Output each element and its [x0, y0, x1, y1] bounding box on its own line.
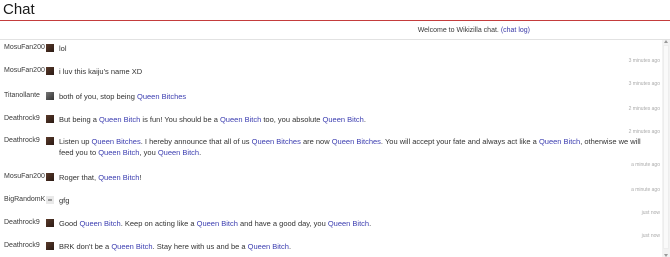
emote-link[interactable]: Queen Bitch	[79, 219, 120, 228]
emote-link[interactable]: Queen Bitches	[92, 137, 141, 146]
emote-link[interactable]: Queen Bitch	[111, 242, 152, 251]
emote-link[interactable]: Queen Bitch	[323, 115, 364, 124]
message-username[interactable]: MosuFan200	[4, 44, 45, 51]
avatar[interactable]	[46, 137, 54, 145]
emote-link[interactable]: Queen Bitch	[539, 137, 580, 146]
message-timestamp: 2 minutes ago	[628, 106, 660, 112]
welcome-bar: Welcome to Wikizilla chat. (chat log)	[0, 21, 670, 40]
avatar[interactable]	[46, 92, 54, 100]
chat-log-link[interactable]: (chat log)	[501, 27, 530, 34]
message-username[interactable]: Deathrock9	[4, 115, 40, 122]
message-timestamp: a minute ago	[631, 187, 660, 193]
emote-link[interactable]: Queen Bitch	[99, 115, 140, 124]
message-username[interactable]: Titanollante	[4, 92, 40, 99]
message-timestamp: 3 minutes ago	[628, 81, 660, 87]
chat-header: Chat	[0, 0, 670, 21]
avatar[interactable]	[46, 173, 54, 181]
page-title: Chat	[3, 1, 35, 18]
message-username[interactable]: MosuFan200	[4, 67, 45, 74]
message-username[interactable]: BigRandomK	[4, 196, 45, 203]
emote-link[interactable]: Queen Bitch	[328, 219, 369, 228]
emote-link[interactable]: Queen Bitch	[197, 219, 238, 228]
message-timestamp: 3 minutes ago	[628, 58, 660, 64]
message-timestamp: just now	[641, 210, 660, 216]
message-text: both of you, stop being Queen Bitches	[59, 92, 187, 101]
emote-link[interactable]: Queen Bitch	[248, 242, 289, 251]
message-username[interactable]: MosuFan200	[4, 173, 45, 180]
message-timestamp: just now	[641, 233, 660, 239]
message-timestamp: 2 minutes ago	[628, 129, 660, 135]
message-text: gfg	[59, 196, 70, 205]
message-text: Listen up Queen Bitches. I hereby announ…	[59, 137, 641, 157]
emote-link[interactable]: Queen Bitch	[98, 173, 139, 182]
message-username[interactable]: Deathrock9	[4, 219, 40, 226]
emote-link[interactable]: Queen Bitches	[137, 92, 186, 101]
avatar[interactable]	[46, 67, 54, 75]
avatar[interactable]	[46, 219, 54, 227]
avatar[interactable]	[46, 242, 54, 250]
message-text: BRK don't be a Queen Bitch. Stay here wi…	[59, 242, 292, 251]
message-text: lol	[59, 44, 67, 53]
emote-link[interactable]: Queen Bitch	[98, 148, 139, 157]
message-text: Good Queen Bitch. Keep on acting like a …	[59, 219, 372, 228]
message-timestamp: a minute ago	[631, 162, 660, 168]
scrollbar[interactable]	[662, 40, 670, 257]
avatar[interactable]	[46, 44, 54, 52]
emote-link[interactable]: Queen Bitches	[332, 137, 381, 146]
scroll-up-arrow-icon[interactable]	[664, 40, 668, 43]
avatar[interactable]	[46, 196, 54, 204]
welcome-text: Welcome to Wikizilla chat.	[417, 27, 499, 34]
emote-link[interactable]: Queen Bitch	[158, 148, 199, 157]
message-text: Roger that, Queen Bitch!	[59, 173, 142, 182]
scroll-thumb[interactable]	[663, 45, 669, 249]
message-username[interactable]: Deathrock9	[4, 137, 40, 144]
avatar[interactable]	[46, 115, 54, 123]
message-text: But being a Queen Bitch is fun! You shou…	[59, 115, 366, 124]
emote-link[interactable]: Queen Bitches	[252, 137, 301, 146]
message-list[interactable]: MosuFan200 lol 3 minutes ago MosuFan200 i lu…	[0, 40, 660, 257]
message-text: i luv this kaiju's name XD	[59, 67, 143, 76]
emote-link[interactable]: Queen Bitch	[220, 115, 261, 124]
message-username[interactable]: Deathrock9	[4, 242, 40, 249]
